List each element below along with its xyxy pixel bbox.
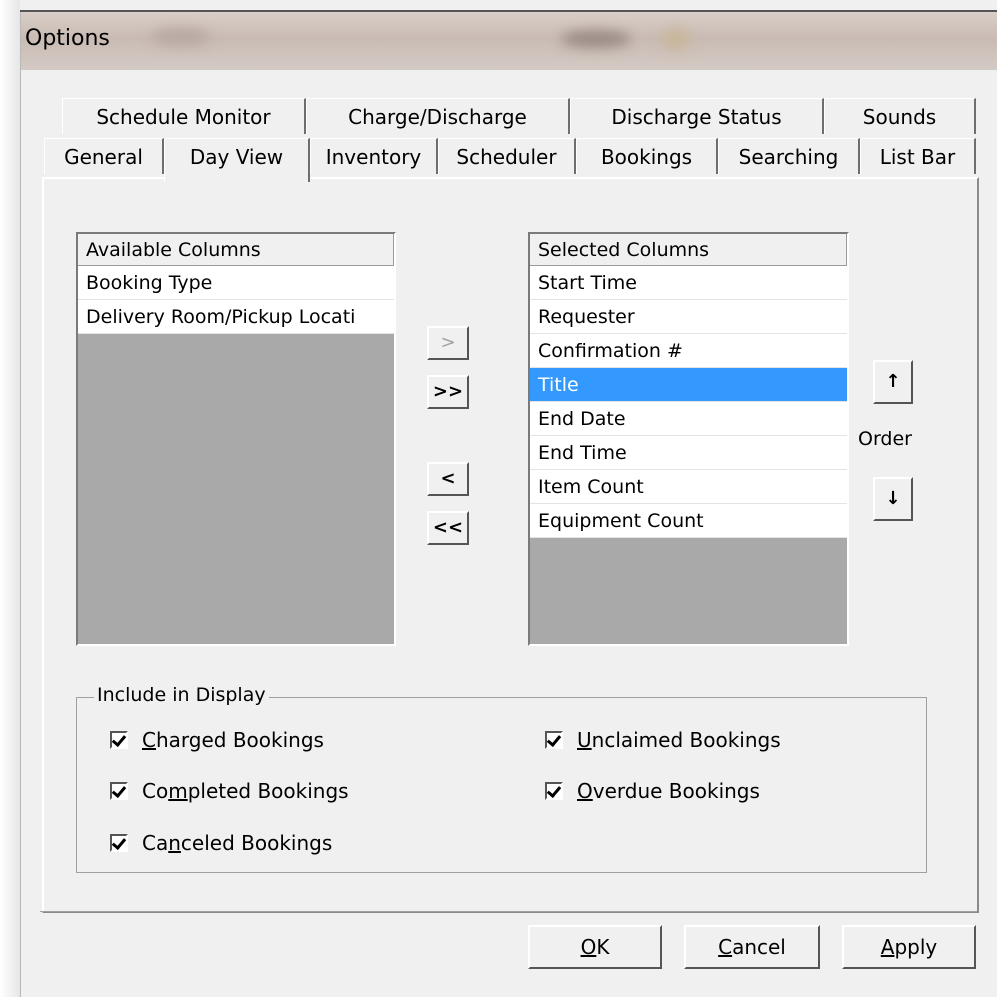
list-item[interactable]: Booking Type: [78, 266, 394, 300]
tab-day-view[interactable]: Day View: [164, 138, 310, 182]
list-item[interactable]: Start Time: [530, 266, 847, 300]
tab-charge-discharge[interactable]: Charge/Discharge: [306, 98, 570, 134]
checkbox-checked-icon: [110, 834, 128, 852]
tab-schedule-monitor[interactable]: Schedule Monitor: [62, 98, 306, 134]
include-in-display-label: Include in Display: [94, 684, 269, 706]
tab-scheduler[interactable]: Scheduler: [438, 138, 576, 174]
available-columns-header: Available Columns: [78, 234, 394, 266]
titlebar-blur: [661, 28, 691, 50]
list-item[interactable]: Item Count: [530, 470, 847, 504]
checkbox-checked-icon: [110, 782, 128, 800]
tab-sounds[interactable]: Sounds: [824, 98, 976, 134]
completed-bookings-checkbox[interactable]: Completed Bookings: [110, 779, 349, 803]
checkbox-checked-icon: [545, 731, 563, 749]
tab-discharge-status[interactable]: Discharge Status: [570, 98, 824, 134]
apply-button[interactable]: Apply: [842, 925, 976, 969]
list-item[interactable]: Equipment Count: [530, 504, 847, 538]
tab-bookings[interactable]: Bookings: [576, 138, 718, 174]
window-title: Options: [25, 26, 110, 51]
checkbox-label: Completed Bookings: [142, 779, 349, 803]
titlebar-blur: [561, 30, 631, 48]
checkbox-label: Canceled Bookings: [142, 831, 333, 855]
selected-columns-header: Selected Columns: [530, 234, 847, 266]
arrow-down-icon: ↓: [885, 488, 901, 509]
move-up-button[interactable]: ↑: [873, 360, 913, 404]
move-down-button[interactable]: ↓: [873, 477, 913, 521]
unclaimed-bookings-checkbox[interactable]: Unclaimed Bookings: [545, 728, 781, 752]
cancel-button[interactable]: Cancel: [684, 925, 820, 969]
add-all-columns-button[interactable]: >>: [427, 375, 469, 409]
tab-general[interactable]: General: [44, 138, 164, 174]
title-bar[interactable]: Options: [21, 12, 997, 70]
titlebar-blur: [151, 28, 211, 46]
remove-column-button[interactable]: <: [427, 462, 469, 496]
charged-bookings-checkbox[interactable]: Charged Bookings: [110, 728, 324, 752]
list-item[interactable]: End Time: [530, 436, 847, 470]
checkbox-label: Overdue Bookings: [577, 779, 760, 803]
list-item[interactable]: Confirmation #: [530, 334, 847, 368]
available-columns-list[interactable]: Available Columns Booking Type Delivery …: [76, 232, 396, 646]
tab-inventory[interactable]: Inventory: [310, 138, 438, 174]
checkbox-checked-icon: [545, 782, 563, 800]
checkbox-label: Charged Bookings: [142, 728, 324, 752]
arrow-up-icon: ↑: [885, 371, 901, 392]
checkbox-label: Unclaimed Bookings: [577, 728, 781, 752]
background-strip: [0, 0, 20, 997]
canceled-bookings-checkbox[interactable]: Canceled Bookings: [110, 831, 332, 855]
tab-list-bar[interactable]: List Bar: [860, 138, 976, 174]
add-column-button[interactable]: >: [427, 326, 469, 360]
list-item[interactable]: End Date: [530, 402, 847, 436]
list-item[interactable]: Requester: [530, 300, 847, 334]
ok-button[interactable]: OK: [528, 925, 662, 969]
remove-all-columns-button[interactable]: <<: [427, 511, 469, 545]
order-label: Order: [858, 428, 912, 450]
footer-divider: [40, 911, 977, 912]
tab-searching[interactable]: Searching: [718, 138, 860, 174]
overdue-bookings-checkbox[interactable]: Overdue Bookings: [545, 779, 760, 803]
checkbox-checked-icon: [110, 731, 128, 749]
list-item[interactable]: Delivery Room/Pickup Locati: [78, 300, 394, 334]
selected-columns-list[interactable]: Selected Columns Start Time Requester Co…: [528, 232, 849, 646]
list-item-selected[interactable]: Title: [530, 368, 847, 402]
